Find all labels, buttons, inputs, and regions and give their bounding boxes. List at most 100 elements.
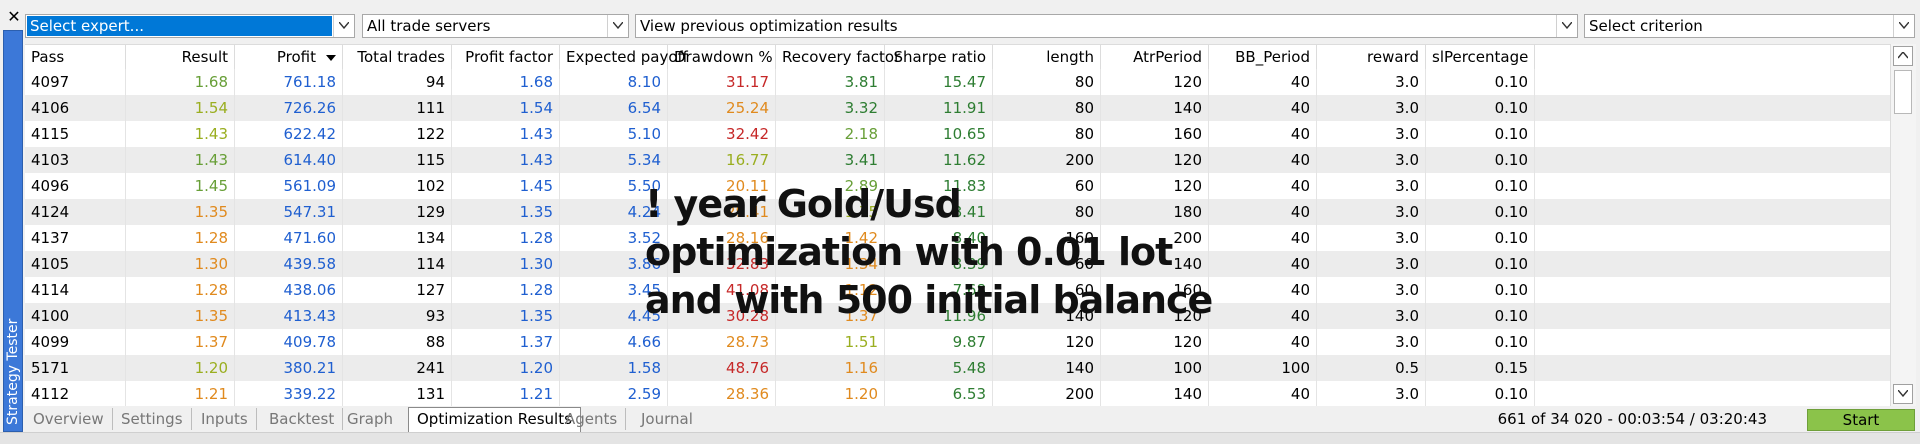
column-header-length[interactable]: length bbox=[993, 45, 1101, 69]
scroll-up-icon[interactable] bbox=[1893, 46, 1913, 66]
chevron-down-icon[interactable] bbox=[607, 15, 628, 37]
chevron-down-icon[interactable] bbox=[333, 15, 354, 37]
cell-pf: 1.28 bbox=[452, 277, 560, 303]
column-header-profit[interactable]: Profit bbox=[235, 45, 343, 69]
cell-bb: 40 bbox=[1209, 173, 1317, 199]
cell-sl: 0.15 bbox=[1426, 355, 1535, 381]
chevron-down-icon[interactable] bbox=[1893, 15, 1914, 37]
column-header-label: Profit bbox=[276, 48, 316, 66]
column-header-atrperiod[interactable]: AtrPeriod bbox=[1101, 45, 1209, 69]
cell-bb: 40 bbox=[1209, 381, 1317, 407]
cell-result: 1.43 bbox=[126, 121, 235, 147]
toolbar: Select expert... All trade servers View … bbox=[25, 11, 1915, 39]
table-row[interactable]: 4099 1.37 409.78 88 1.37 4.66 28.73 1.51 9.87 120… bbox=[25, 329, 1890, 355]
criterion-dropdown-value: Select criterion bbox=[1589, 17, 1703, 35]
tab-settings[interactable]: Settings bbox=[113, 408, 192, 430]
column-header-profit-factor[interactable]: Profit factor bbox=[452, 45, 560, 69]
column-header-label: Drawdown % bbox=[674, 48, 773, 66]
chevron-down-icon[interactable] bbox=[1556, 15, 1577, 37]
expert-dropdown-value: Select expert... bbox=[27, 16, 332, 36]
cell-pass: 4099 bbox=[25, 329, 126, 355]
tab-graph[interactable]: Graph bbox=[339, 408, 401, 430]
column-header-sharpe-ratio[interactable]: Sharpe ratio bbox=[885, 45, 993, 69]
expert-dropdown[interactable]: Select expert... bbox=[25, 14, 355, 38]
scroll-thumb[interactable] bbox=[1894, 70, 1912, 114]
table-row[interactable]: 4103 1.43 614.40 115 1.43 5.34 16.77 3.41 11.62 2… bbox=[25, 147, 1890, 173]
cell-reward: 3.0 bbox=[1317, 173, 1426, 199]
strategy-tester-side-tab[interactable]: Strategy Tester bbox=[3, 30, 23, 432]
trade-servers-dropdown[interactable]: All trade servers bbox=[362, 14, 629, 38]
table-row[interactable]: 4106 1.54 726.26 111 1.54 6.54 25.24 3.32 11.91 8… bbox=[25, 95, 1890, 121]
cell-payoff: 4.66 bbox=[560, 329, 668, 355]
column-header-result[interactable]: Result bbox=[126, 45, 235, 69]
close-icon[interactable]: ✕ bbox=[3, 6, 25, 28]
cell-pass: 4097 bbox=[25, 69, 126, 95]
column-header-total-trades[interactable]: Total trades bbox=[343, 45, 452, 69]
cell-sl: 0.10 bbox=[1426, 173, 1535, 199]
table-row[interactable]: 4115 1.43 622.42 122 1.43 5.10 32.42 2.18 10.65 8… bbox=[25, 121, 1890, 147]
scroll-down-icon[interactable] bbox=[1893, 384, 1913, 404]
column-header-recovery-factor[interactable]: Recovery factor bbox=[776, 45, 900, 69]
tab-inputs[interactable]: Inputs bbox=[193, 408, 257, 430]
tab-journal[interactable]: Journal bbox=[633, 408, 701, 430]
cell-pass: 4105 bbox=[25, 251, 126, 277]
table-row[interactable]: 4112 1.21 339.22 131 1.21 2.59 28.36 1.20 6.53 20… bbox=[25, 381, 1890, 407]
cell-trades: 127 bbox=[343, 277, 452, 303]
cell-profit: 380.21 bbox=[235, 355, 343, 381]
cell-reward: 3.0 bbox=[1317, 277, 1426, 303]
tab-overview[interactable]: Overview bbox=[25, 408, 113, 430]
cell-trades: 111 bbox=[343, 95, 452, 121]
tester-tab-bar: Overview Settings Inputs Backtest Graph Optim… bbox=[25, 406, 1915, 432]
cell-trades: 94 bbox=[343, 69, 452, 95]
column-header-drawdown[interactable]: Drawdown % bbox=[668, 45, 776, 69]
cell-reward: 3.0 bbox=[1317, 147, 1426, 173]
cell-profit: 439.58 bbox=[235, 251, 343, 277]
column-header-slpercentage[interactable]: slPercentage bbox=[1426, 45, 1535, 69]
cell-payoff: 2.59 bbox=[560, 381, 668, 407]
vertical-scrollbar[interactable] bbox=[1890, 44, 1916, 406]
column-header-reward[interactable]: reward bbox=[1317, 45, 1426, 69]
cell-trades: 115 bbox=[343, 147, 452, 173]
cell-profit: 726.26 bbox=[235, 95, 343, 121]
cell-dd: 28.73 bbox=[668, 329, 776, 355]
cell-sl: 0.10 bbox=[1426, 199, 1535, 225]
tab-backtest[interactable]: Backtest bbox=[261, 408, 344, 430]
column-header-expected-payoff[interactable]: Expected payoff bbox=[560, 45, 688, 69]
cell-bb: 40 bbox=[1209, 95, 1317, 121]
cell-result: 1.28 bbox=[126, 225, 235, 251]
cell-profit: 413.43 bbox=[235, 303, 343, 329]
optimization-results-dropdown[interactable]: View previous optimization results bbox=[635, 14, 1578, 38]
column-header-label: BB_Period bbox=[1235, 48, 1310, 66]
cell-pf: 1.30 bbox=[452, 251, 560, 277]
tab-agents[interactable]: Agents bbox=[557, 408, 627, 430]
cell-pf: 1.68 bbox=[452, 69, 560, 95]
criterion-dropdown[interactable]: Select criterion bbox=[1584, 14, 1915, 38]
column-header-bb-period[interactable]: BB_Period bbox=[1209, 45, 1317, 69]
cell-sl: 0.10 bbox=[1426, 147, 1535, 173]
cell-pass: 4096 bbox=[25, 173, 126, 199]
cell-result: 1.28 bbox=[126, 277, 235, 303]
status-strip bbox=[0, 432, 1920, 444]
cell-atr: 140 bbox=[1101, 381, 1209, 407]
annotation-line: ! year Gold/Usd bbox=[645, 182, 962, 226]
cell-payoff: 5.34 bbox=[560, 147, 668, 173]
cell-pf: 1.43 bbox=[452, 121, 560, 147]
optimization-progress: 661 of 34 020 - 00:03:54 / 03:20:43 bbox=[1497, 410, 1767, 428]
cell-trades: 129 bbox=[343, 199, 452, 225]
start-button[interactable]: Start bbox=[1807, 409, 1915, 431]
column-header-pass[interactable]: Pass bbox=[25, 45, 126, 69]
cell-pf: 1.20 bbox=[452, 355, 560, 381]
cell-result: 1.54 bbox=[126, 95, 235, 121]
tab-optimization-results[interactable]: Optimization Results bbox=[408, 407, 581, 432]
cell-reward: 3.0 bbox=[1317, 329, 1426, 355]
cell-bb: 100 bbox=[1209, 355, 1317, 381]
cell-sharpe: 15.47 bbox=[885, 69, 993, 95]
cell-reward: 3.0 bbox=[1317, 69, 1426, 95]
cell-trades: 93 bbox=[343, 303, 452, 329]
side-tab-label: Strategy Tester bbox=[5, 318, 21, 425]
table-row[interactable]: 5171 1.20 380.21 241 1.20 1.58 48.76 1.16 5.48 14… bbox=[25, 355, 1890, 381]
cell-reward: 3.0 bbox=[1317, 121, 1426, 147]
cell-atr: 120 bbox=[1101, 69, 1209, 95]
table-row[interactable]: 4097 1.68 761.18 94 1.68 8.10 31.17 3.81 15.47 80… bbox=[25, 69, 1890, 95]
cell-reward: 3.0 bbox=[1317, 251, 1426, 277]
